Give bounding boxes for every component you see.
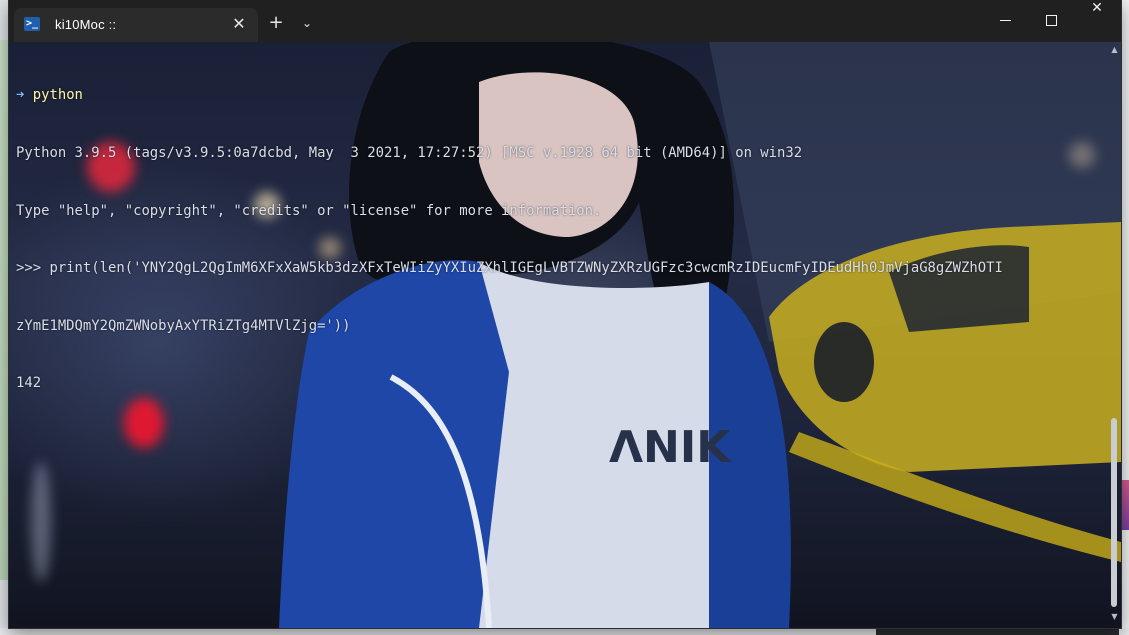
chevron-down-icon[interactable]: ⌄ [297, 12, 317, 34]
maximize-icon [1046, 15, 1057, 26]
output-line: 142 [16, 375, 42, 392]
scrollbar-thumb[interactable] [1111, 418, 1117, 607]
close-icon: ✕ [1091, 0, 1103, 16]
desktop-background-bottom [0, 628, 1129, 635]
output-line: Type "help", "copyright", "credits" or "… [16, 202, 602, 219]
tab-title: ki10Moc :: [55, 17, 117, 32]
terminal-window: ΛΝΙΚ >_ ki10Moc :: ✕ + ⌄ ✕ ➜ python Pyth… [9, 0, 1121, 628]
terminal-output[interactable]: ➜ python Python 3.9.5 (tags/v3.9.5:0a7dc… [16, 48, 1106, 432]
output-line: >>> print(len('YNY2QgL2QgImM6XFxXaW5kb3d… [16, 260, 1003, 277]
close-tab-icon[interactable]: ✕ [228, 13, 250, 35]
close-window-button[interactable]: ✕ [1074, 0, 1120, 42]
scroll-down-icon[interactable]: ▼ [1110, 612, 1119, 622]
title-bar: >_ ki10Moc :: ✕ + ⌄ ✕ [9, 0, 1121, 42]
background-window-edge [876, 628, 1119, 635]
output-line: Python 3.9.5 (tags/v3.9.5:0a7dcbd, May 3… [16, 145, 803, 161]
desktop-background-left [0, 40, 9, 580]
maximize-button[interactable] [1028, 0, 1074, 42]
powershell-icon: >_ [24, 17, 40, 31]
minimize-button[interactable] [982, 0, 1028, 42]
prompt-line: ➜ python [16, 86, 1106, 105]
tab-ki10moc[interactable]: >_ ki10Moc :: ✕ [14, 8, 258, 42]
output-line: zYmE1MDQmY2QmZWNobyAxYTRiZTg4MTVlZjg=')) [16, 317, 351, 334]
prompt-command: python [24, 87, 83, 104]
scrollbar[interactable]: ▲ ▼ [1108, 42, 1121, 628]
new-tab-button[interactable]: + [265, 12, 287, 34]
minimize-icon [1000, 20, 1011, 21]
scroll-up-icon[interactable]: ▲ [1110, 45, 1119, 55]
